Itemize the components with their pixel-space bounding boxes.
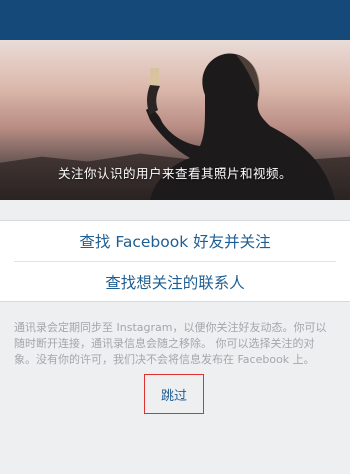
hero-caption: 关注你认识的用户来查看其照片和视频。: [57, 166, 292, 181]
contacts-sync-description: 通讯录会定期同步至 Instagram，以便你关注好友动态。你可以随时断开连接，…: [14, 321, 327, 366]
hero-image: 关注你认识的用户来查看其照片和视频。: [0, 40, 350, 200]
find-contacts-button[interactable]: 查找想关注的联系人: [14, 261, 336, 302]
skip-button[interactable]: 跳过: [144, 374, 204, 414]
find-friends-options: 查找 Facebook 好友并关注 查找想关注的联系人: [0, 220, 350, 302]
find-facebook-friends-button[interactable]: 查找 Facebook 好友并关注: [0, 221, 350, 261]
top-navigation-bar: [0, 0, 350, 40]
